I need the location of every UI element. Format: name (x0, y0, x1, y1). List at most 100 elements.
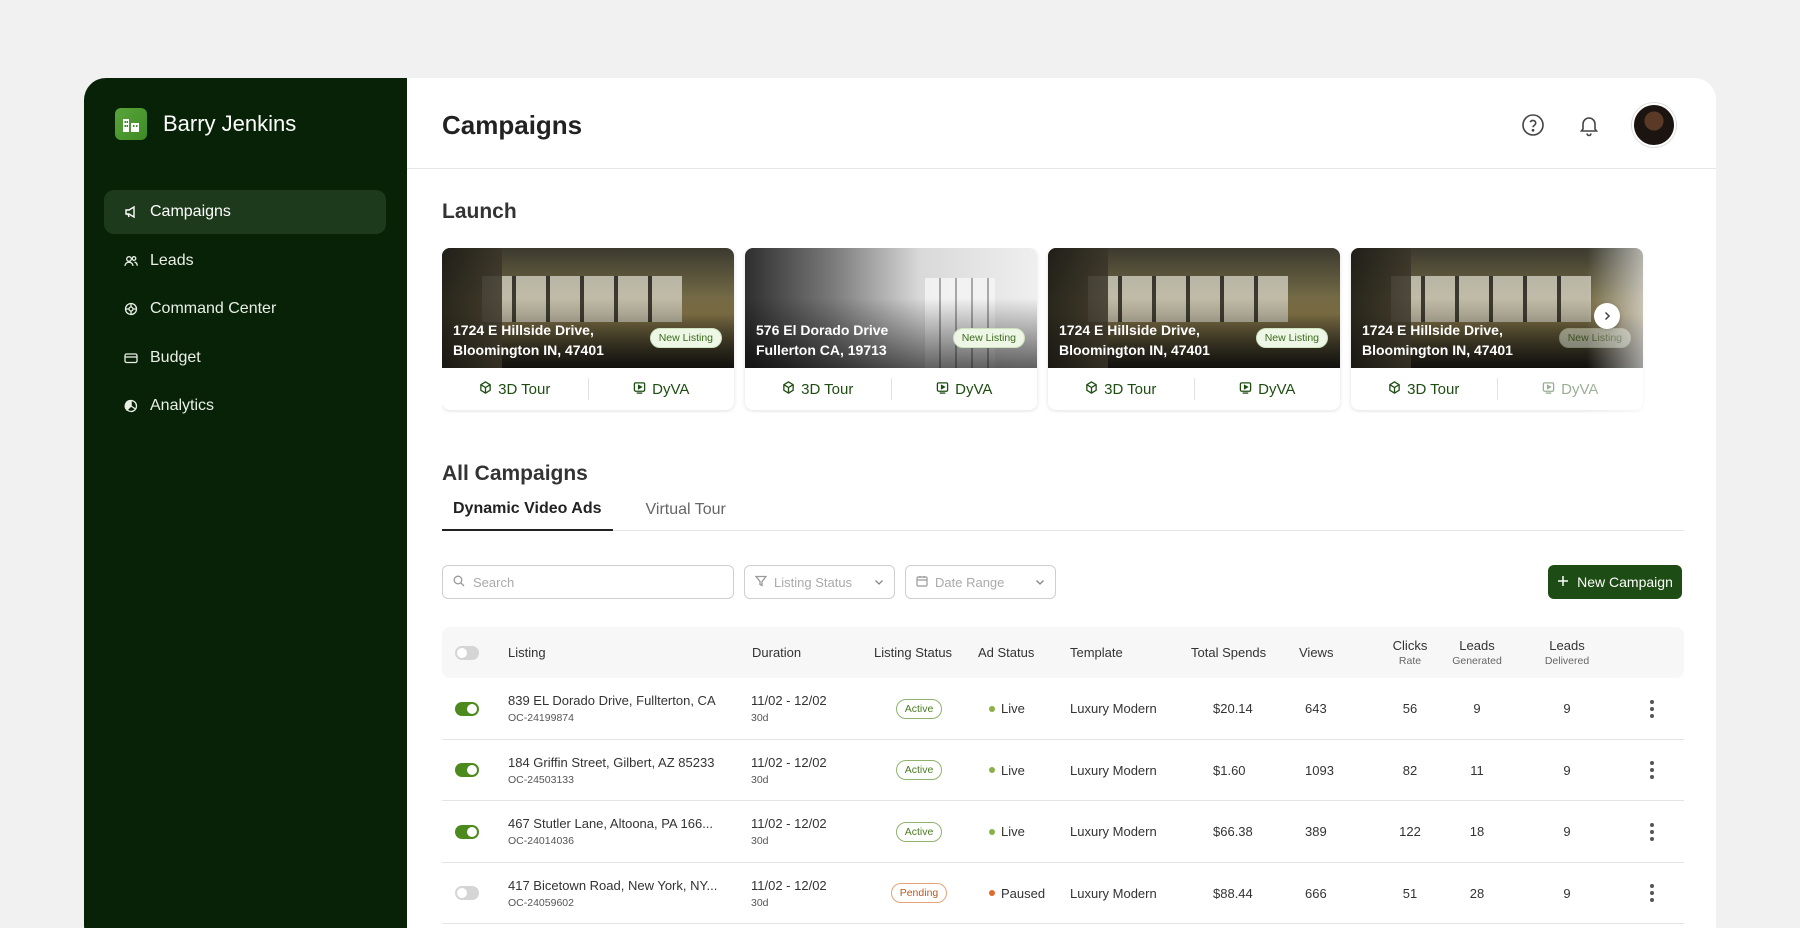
sidebar-item-label: Budget (150, 348, 201, 366)
bell-icon[interactable] (1576, 112, 1602, 138)
launch-card[interactable]: 1724 E Hillside Drive, Bloomington IN, 47… (1351, 248, 1643, 410)
sidebar-item-leads[interactable]: Leads (104, 239, 386, 283)
table-row[interactable]: 417 Bicetown Road, New York, NY... OC-240… (442, 863, 1684, 924)
listing-status-select[interactable]: Listing Status (744, 565, 895, 599)
leads-generated-cell: 11 (1470, 762, 1484, 778)
campaigns-table: Listing Duration Listing Status Ad Statu… (442, 627, 1684, 924)
app-window: Barry Jenkins Campaigns Leads Command Ce… (84, 78, 1716, 928)
template-cell: Luxury Modern (1070, 762, 1157, 778)
video-icon (1239, 381, 1252, 398)
help-icon[interactable] (1520, 112, 1546, 138)
col-leads-delivered[interactable]: Leads Delivered (1532, 627, 1602, 678)
sidebar-item-label: Leads (150, 251, 194, 269)
duration-cell: 11/02 - 12/02 30d (751, 816, 827, 847)
views-cell: 643 (1305, 701, 1327, 716)
duration-cell: 11/02 - 12/02 30d (751, 877, 827, 909)
template-cell: Luxury Modern (1070, 824, 1157, 839)
video-icon (633, 381, 646, 398)
clicks-cell: 82 (1402, 762, 1418, 778)
sidebar-item-label: Command Center (150, 300, 277, 317)
col-listing-status[interactable]: Listing Status (874, 627, 952, 678)
listing-status-cell: Active (884, 678, 954, 739)
avatar[interactable] (1632, 103, 1676, 147)
launch-card[interactable]: 576 El Dorado Drive Fullerton CA, 19713 N… (745, 248, 1037, 410)
tab-virtual-tour[interactable]: Virtual Tour (635, 488, 737, 531)
video-icon (1542, 381, 1555, 398)
table-row[interactable]: 184 Griffin Street, Gilbert, AZ 85233 OC-… (442, 740, 1684, 801)
sidebar-item-campaigns[interactable]: Campaigns (104, 190, 386, 234)
search-input[interactable]: Search (442, 565, 734, 599)
3d-tour-button[interactable]: 3D Tour (1048, 381, 1194, 398)
more-menu-icon[interactable] (1650, 801, 1654, 862)
sidebar-item-command-center[interactable]: Command Center (104, 287, 386, 331)
sidebar-item-budget[interactable]: Budget (104, 336, 386, 380)
date-range-select[interactable]: Date Range (905, 565, 1056, 599)
row-toggle[interactable] (455, 801, 479, 862)
listing-status-cell: Active (884, 740, 954, 801)
select-all-toggle[interactable] (455, 627, 479, 678)
col-template[interactable]: Template (1070, 627, 1123, 678)
dyva-button[interactable]: DyVA (1195, 381, 1341, 398)
spend-cell: $88.44 (1213, 885, 1253, 901)
cube-icon (1388, 380, 1401, 398)
dyva-button[interactable]: DyVA (1498, 381, 1644, 398)
dyva-button[interactable]: DyVA (892, 381, 1038, 398)
col-ad-status[interactable]: Ad Status (978, 627, 1034, 678)
filter-icon (754, 575, 768, 590)
filter-bar: Search Listing Status Date Range (442, 565, 1056, 599)
clicks-cell: 122 (1399, 824, 1421, 839)
video-icon (936, 381, 949, 398)
new-campaign-button[interactable]: New Campaign (1548, 565, 1682, 599)
brand[interactable]: Barry Jenkins (115, 108, 296, 140)
search-placeholder: Search (473, 574, 515, 590)
cube-icon (479, 380, 492, 398)
listing-cell: 839 EL Dorado Drive, Fullterton, CA OC-24… (508, 693, 716, 724)
listing-cell: 184 Griffin Street, Gilbert, AZ 85233 OC-… (508, 754, 715, 786)
col-duration[interactable]: Duration (752, 627, 801, 678)
command-icon (124, 302, 138, 316)
col-total-spends[interactable]: Total Spends (1191, 627, 1266, 678)
launch-card[interactable]: 1724 E Hillside Drive, Bloomington IN, 47… (442, 248, 734, 410)
card-address: 1724 E Hillside Drive, Bloomington IN, 47… (1362, 322, 1513, 358)
3d-tour-button[interactable]: 3D Tour (745, 381, 891, 398)
chevron-down-icon (874, 575, 884, 590)
col-listing[interactable]: Listing (508, 627, 546, 678)
sidebar-item-analytics[interactable]: Analytics (104, 384, 386, 428)
new-listing-badge: New Listing (952, 328, 1025, 348)
new-listing-badge: New Listing (1255, 328, 1328, 348)
more-menu-icon[interactable] (1650, 863, 1654, 924)
table-body: 839 EL Dorado Drive, Fullterton, CA OC-24… (442, 678, 1684, 924)
ad-status-cell: Live (989, 740, 1025, 801)
spend-cell: $66.38 (1213, 824, 1253, 839)
duration-cell: 11/02 - 12/02 30d (751, 693, 827, 724)
3d-tour-button[interactable]: 3D Tour (1351, 381, 1497, 398)
listing-status-cell: Active (884, 801, 954, 862)
launch-card[interactable]: 1724 E Hillside Drive, Bloomington IN, 47… (1048, 248, 1340, 410)
col-clicks[interactable]: Clicks Rate (1380, 627, 1440, 678)
duration-cell: 11/02 - 12/02 30d (751, 754, 827, 786)
more-menu-icon[interactable] (1650, 740, 1654, 801)
all-campaigns-title: All Campaigns (442, 462, 588, 485)
dyva-button[interactable]: DyVA (589, 381, 735, 398)
row-toggle[interactable] (455, 678, 479, 739)
3d-tour-button[interactable]: 3D Tour (442, 381, 588, 398)
table-header: Listing Duration Listing Status Ad Statu… (442, 627, 1684, 678)
megaphone-icon (124, 205, 138, 219)
template-cell: Luxury Modern (1070, 885, 1157, 901)
card-actions: 3D Tour DyVA (1048, 368, 1340, 410)
col-views[interactable]: Views (1299, 627, 1333, 678)
more-menu-icon[interactable] (1650, 678, 1654, 739)
chevron-right-icon[interactable] (1594, 303, 1620, 329)
row-toggle[interactable] (455, 740, 479, 801)
launch-carousel: 1724 E Hillside Drive, Bloomington IN, 47… (442, 248, 1667, 413)
table-row[interactable]: 839 EL Dorado Drive, Fullterton, CA OC-24… (442, 678, 1684, 740)
ad-status-cell: Live (989, 678, 1025, 739)
table-row[interactable]: 467 Stutler Lane, Altoona, PA 166... OC-2… (442, 801, 1684, 863)
search-icon (453, 575, 465, 590)
row-toggle[interactable] (455, 863, 479, 924)
clicks-cell: 51 (1402, 885, 1418, 901)
tab-dynamic-video-ads[interactable]: Dynamic Video Ads (442, 488, 613, 531)
pie-chart-icon (124, 399, 138, 413)
col-leads-generated[interactable]: Leads Generated (1442, 627, 1512, 678)
views-cell: 389 (1305, 824, 1327, 839)
